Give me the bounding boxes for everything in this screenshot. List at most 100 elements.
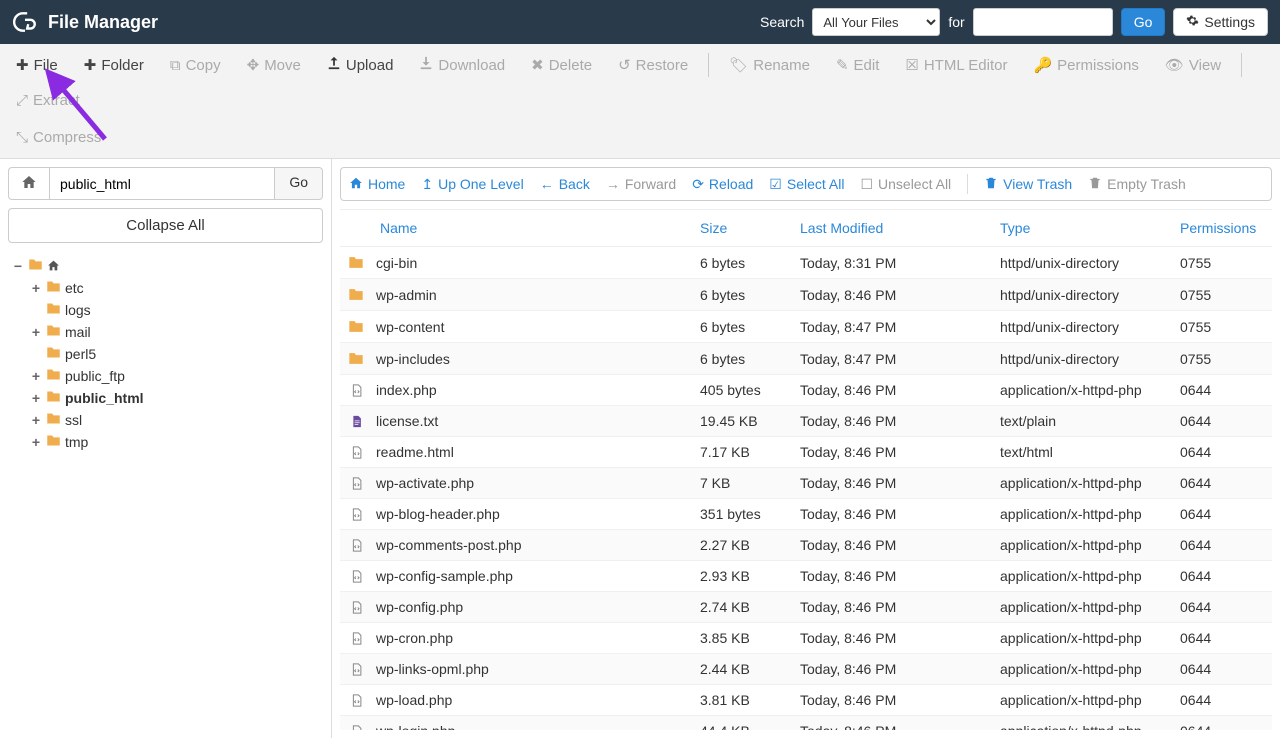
table-row[interactable]: wp-includes6 bytesToday, 8:47 PMhttpd/un… — [340, 343, 1272, 375]
plus-icon: ✚ — [84, 56, 97, 74]
tree-toggle-icon[interactable] — [30, 390, 42, 406]
forward-button[interactable]: →Forward — [606, 176, 676, 192]
code-file-icon — [348, 476, 364, 491]
settings-button[interactable]: Settings — [1173, 8, 1268, 36]
home-button[interactable]: Home — [349, 176, 405, 193]
table-row[interactable]: wp-config-sample.php2.93 KBToday, 8:46 P… — [340, 561, 1272, 592]
toolbar-separator — [708, 53, 709, 77]
view-button[interactable]: 👁View — [1155, 48, 1231, 82]
search-input[interactable] — [973, 8, 1113, 36]
folder-icon — [46, 345, 61, 363]
app-logo: File Manager — [12, 9, 158, 35]
rename-button[interactable]: 🏷Rename — [719, 48, 820, 82]
reload-button[interactable]: ⟳Reload — [692, 176, 753, 193]
file-modified: Today, 8:46 PM — [792, 716, 992, 731]
delete-button[interactable]: ✖Delete — [521, 48, 602, 82]
table-row[interactable]: readme.html7.17 KBToday, 8:46 PMtext/htm… — [340, 437, 1272, 468]
col-permissions[interactable]: Permissions — [1172, 210, 1272, 247]
file-permissions: 0644 — [1172, 437, 1272, 468]
file-type: httpd/unix-directory — [992, 343, 1172, 375]
file-permissions: 0644 — [1172, 561, 1272, 592]
copy-button[interactable]: ⧉Copy — [160, 49, 231, 82]
tree-node[interactable]: tmp — [12, 431, 325, 453]
file-name: wp-links-opml.php — [376, 661, 489, 677]
file-table: Name Size Last Modified Type Permissions… — [340, 210, 1272, 730]
download-button[interactable]: Download — [409, 48, 515, 82]
view-trash-button[interactable]: View Trash — [984, 176, 1072, 193]
file-type: application/x-httpd-php — [992, 499, 1172, 530]
table-row[interactable]: cgi-bin6 bytesToday, 8:31 PMhttpd/unix-d… — [340, 247, 1272, 279]
key-icon: 🔑 — [1033, 56, 1052, 74]
file-name: wp-comments-post.php — [376, 537, 522, 553]
compress-icon: ⤡ — [16, 129, 28, 146]
file-table-wrap[interactable]: Name Size Last Modified Type Permissions… — [340, 209, 1272, 730]
tree-node[interactable] — [12, 255, 325, 277]
col-size[interactable]: Size — [692, 210, 792, 247]
table-row[interactable]: wp-login.php44.4 KBToday, 8:46 PMapplica… — [340, 716, 1272, 731]
table-row[interactable]: wp-admin6 bytesToday, 8:46 PMhttpd/unix-… — [340, 279, 1272, 311]
col-name[interactable]: Name — [340, 210, 692, 247]
restore-icon: ↺ — [618, 56, 631, 74]
empty-trash-button[interactable]: Empty Trash — [1088, 176, 1186, 193]
table-row[interactable]: wp-content6 bytesToday, 8:47 PMhttpd/uni… — [340, 311, 1272, 343]
table-row[interactable]: index.php405 bytesToday, 8:46 PMapplicat… — [340, 375, 1272, 406]
tree-node[interactable]: etc — [12, 277, 325, 299]
tree-node[interactable]: logs — [12, 299, 325, 321]
restore-button[interactable]: ↺Restore — [608, 48, 698, 82]
move-button[interactable]: ✥Move — [237, 48, 311, 82]
file-permissions: 0755 — [1172, 279, 1272, 311]
folder-icon — [46, 389, 61, 407]
table-row[interactable]: wp-load.php3.81 KBToday, 8:46 PMapplicat… — [340, 685, 1272, 716]
tree-node[interactable]: public_ftp — [12, 365, 325, 387]
compress-button[interactable]: ⤡Compress — [6, 121, 111, 154]
edit-button[interactable]: ✎Edit — [826, 48, 889, 82]
path-input[interactable] — [49, 167, 275, 200]
table-row[interactable]: wp-links-opml.php2.44 KBToday, 8:46 PMap… — [340, 654, 1272, 685]
col-type[interactable]: Type — [992, 210, 1172, 247]
select-all-button[interactable]: ☑Select All — [769, 176, 844, 193]
path-home-button[interactable] — [8, 167, 49, 200]
table-row[interactable]: wp-config.php2.74 KBToday, 8:46 PMapplic… — [340, 592, 1272, 623]
search-scope-select[interactable]: All Your Files — [812, 8, 940, 36]
header-bar: File Manager Search All Your Files for G… — [0, 0, 1280, 44]
tree-node[interactable]: public_html — [12, 387, 325, 409]
tree-toggle-icon[interactable] — [30, 280, 42, 296]
tree-node[interactable]: ssl — [12, 409, 325, 431]
delete-icon: ✖ — [531, 56, 544, 74]
app-title: File Manager — [48, 12, 158, 33]
file-size: 19.45 KB — [692, 406, 792, 437]
upload-button[interactable]: Upload — [317, 48, 404, 82]
table-row[interactable]: wp-cron.php3.85 KBToday, 8:46 PMapplicat… — [340, 623, 1272, 654]
path-go-button[interactable]: Go — [275, 167, 323, 200]
tree-toggle-icon[interactable] — [30, 368, 42, 384]
tree-toggle-icon[interactable] — [30, 412, 42, 428]
search-go-button[interactable]: Go — [1121, 8, 1166, 36]
table-row[interactable]: wp-blog-header.php351 bytesToday, 8:46 P… — [340, 499, 1272, 530]
tree-toggle-icon[interactable] — [30, 324, 42, 340]
file-size: 6 bytes — [692, 311, 792, 343]
file-type: application/x-httpd-php — [992, 716, 1172, 731]
collapse-all-button[interactable]: Collapse All — [8, 208, 323, 243]
table-row[interactable]: wp-comments-post.php2.27 KBToday, 8:46 P… — [340, 530, 1272, 561]
file-permissions: 0644 — [1172, 406, 1272, 437]
left-arrow-icon: ← — [540, 176, 554, 192]
new-folder-button[interactable]: ✚Folder — [74, 48, 154, 82]
new-file-button[interactable]: ✚File — [6, 48, 68, 82]
col-modified[interactable]: Last Modified — [792, 210, 992, 247]
table-row[interactable]: license.txt19.45 KBToday, 8:46 PMtext/pl… — [340, 406, 1272, 437]
file-name: wp-admin — [376, 287, 437, 303]
tree-toggle-icon[interactable] — [30, 434, 42, 450]
tree-node[interactable]: perl5 — [12, 343, 325, 365]
up-one-level-button[interactable]: ↥Up One Level — [421, 176, 523, 193]
tree-node[interactable]: mail — [12, 321, 325, 343]
back-button[interactable]: ←Back — [540, 176, 590, 192]
extract-button[interactable]: ⤢Extract — [6, 84, 90, 117]
table-row[interactable]: wp-activate.php7 KBToday, 8:46 PMapplica… — [340, 468, 1272, 499]
content-pane: Home ↥Up One Level ←Back →Forward ⟳Reloa… — [332, 159, 1280, 738]
file-type: httpd/unix-directory — [992, 247, 1172, 279]
permissions-button[interactable]: 🔑Permissions — [1023, 48, 1148, 82]
file-modified: Today, 8:46 PM — [792, 623, 992, 654]
html-editor-button[interactable]: ☒HTML Editor — [895, 48, 1017, 82]
tree-toggle-icon[interactable] — [12, 258, 24, 274]
unselect-all-button[interactable]: ☐Unselect All — [860, 176, 951, 193]
